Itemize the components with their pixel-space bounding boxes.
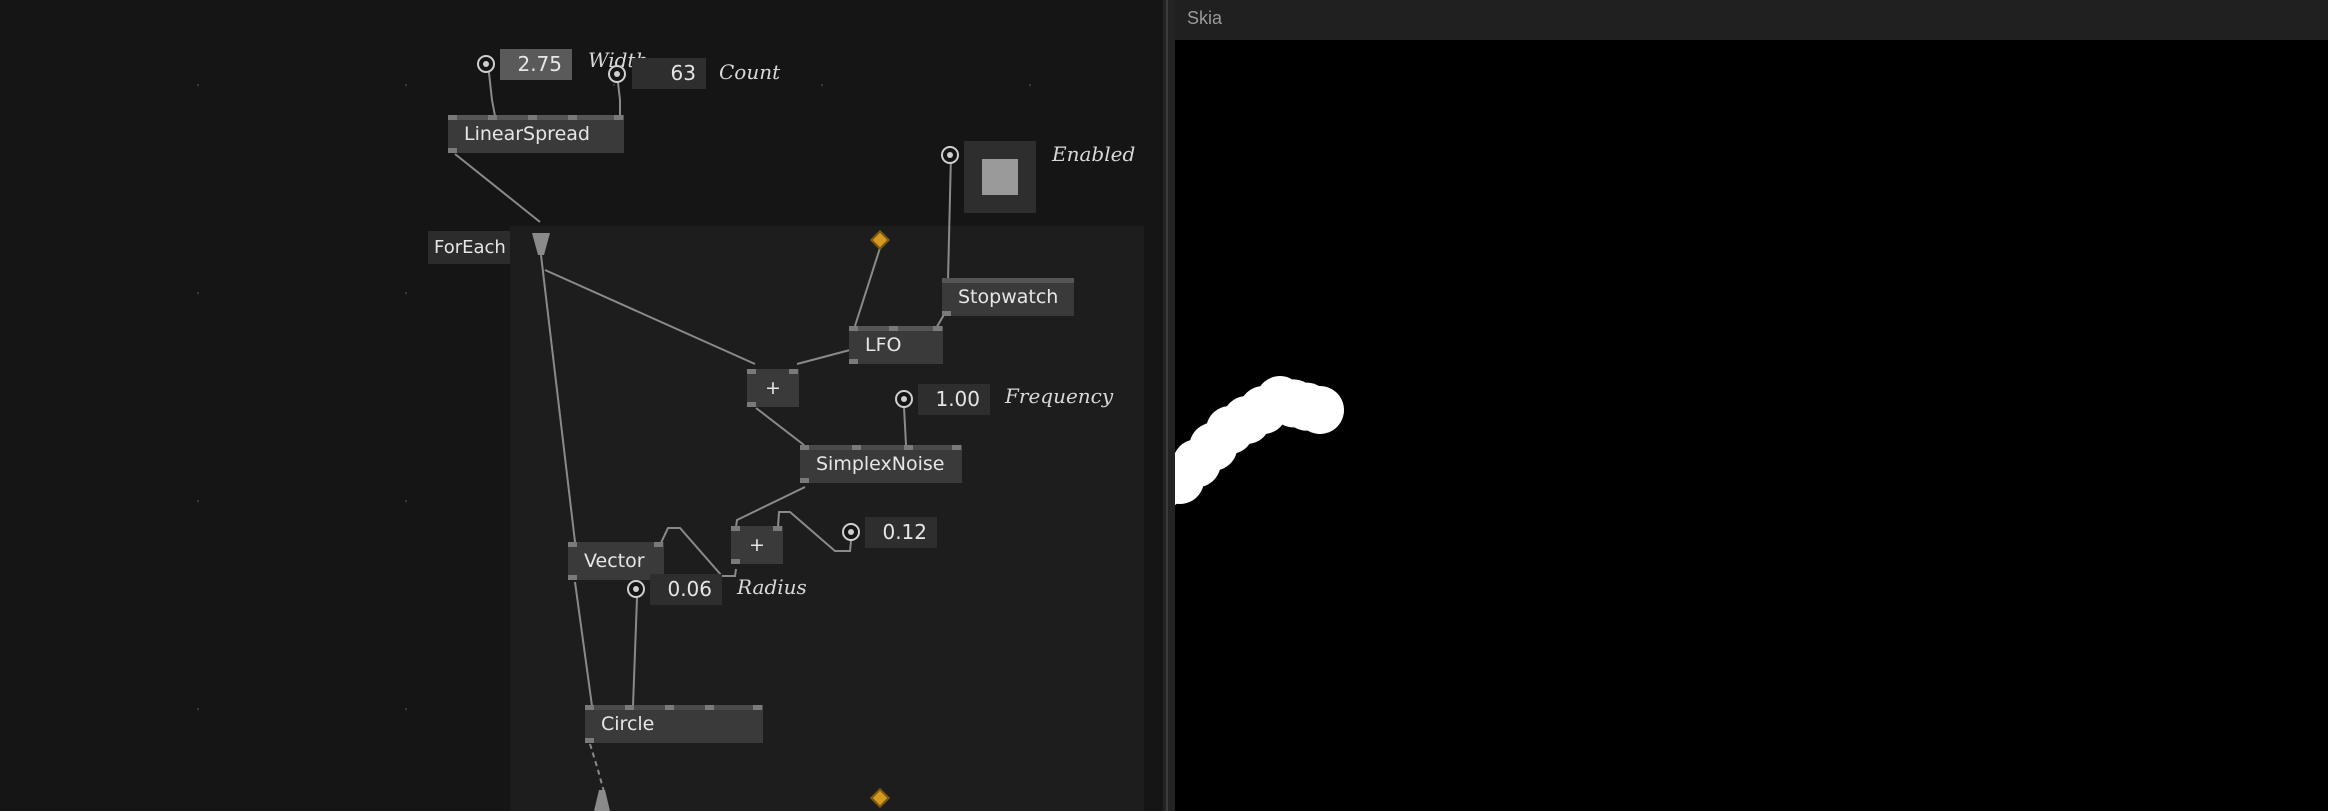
wire-diamond-lfo xyxy=(854,247,881,327)
node-plus-label: + xyxy=(765,377,781,399)
width-iobox[interactable]: 2.75 xyxy=(500,49,572,80)
wire-noise-plus2 xyxy=(735,486,806,528)
radius-pin-icon[interactable] xyxy=(627,580,645,598)
node-foreach[interactable]: ForEach xyxy=(428,231,510,264)
wire-foreach-plus xyxy=(544,269,756,365)
rendered-circle xyxy=(1296,386,1344,434)
wire-frequency-noise xyxy=(903,406,907,446)
node-stopwatch[interactable]: Stopwatch xyxy=(942,278,1074,316)
wire-enabled-stopwatch xyxy=(947,153,952,281)
offset-pin-icon[interactable] xyxy=(842,523,860,541)
frequency-pin-icon[interactable] xyxy=(895,390,913,408)
wire-plus2-vector xyxy=(659,527,737,577)
frequency-label: Frequency xyxy=(1005,384,1114,408)
pane-divider[interactable] xyxy=(1163,0,1175,811)
wire-foreach-vector xyxy=(540,254,576,543)
count-pin-icon[interactable] xyxy=(608,65,626,83)
node-lfo[interactable]: LFO xyxy=(849,326,943,364)
wire-spread-foreach xyxy=(454,153,541,223)
node-circle-label: Circle xyxy=(601,713,655,735)
wire-circle-out xyxy=(589,743,605,793)
count-iobox[interactable]: 63 xyxy=(632,58,706,89)
node-vector-label: Vector xyxy=(584,550,645,572)
node-linearspread[interactable]: LinearSpread xyxy=(448,115,624,153)
count-label: Count xyxy=(719,60,781,84)
wire-lfo-plus xyxy=(796,349,851,365)
radius-label: Radius xyxy=(737,575,807,599)
renderer-titlebar[interactable]: Skia xyxy=(1175,0,2328,40)
node-plus[interactable]: + xyxy=(747,369,799,407)
width-pin-icon[interactable] xyxy=(477,55,495,73)
enabled-toggle-fill xyxy=(982,159,1018,195)
wire-offset-plus2 xyxy=(777,511,852,552)
radius-iobox[interactable]: 0.06 xyxy=(650,574,722,605)
enabled-label: Enabled xyxy=(1052,142,1136,166)
node-simplexnoise[interactable]: SimplexNoise xyxy=(800,445,962,483)
node-circle[interactable]: Circle xyxy=(585,705,763,743)
foreach-splicer-icon[interactable] xyxy=(532,233,550,255)
node-stopwatch-label: Stopwatch xyxy=(958,286,1059,308)
offset-iobox[interactable]: 0.12 xyxy=(865,517,937,548)
wire-radius-circle xyxy=(632,597,638,707)
render-canvas[interactable] xyxy=(1175,40,2328,811)
node-lfo-label: LFO xyxy=(865,334,902,356)
renderer-title: Skia xyxy=(1187,8,1223,28)
node-linearspread-label: LinearSpread xyxy=(464,123,590,145)
patch-editor[interactable]: 2.75 Width 63 Count LinearSpread ForEach… xyxy=(0,0,1163,811)
foreach-output-splicer-icon[interactable] xyxy=(594,790,610,811)
frequency-iobox[interactable]: 1.00 xyxy=(918,384,990,415)
enabled-toggle[interactable] xyxy=(964,141,1036,213)
node-simplexnoise-label: SimplexNoise xyxy=(816,453,945,475)
renderer-window[interactable]: Skia xyxy=(1175,0,2328,811)
wire-plus-noise xyxy=(755,407,805,446)
node-plus-2[interactable]: + xyxy=(731,526,783,564)
wire-vector-circle xyxy=(574,581,593,707)
node-plus-2-label: + xyxy=(749,534,765,556)
enabled-pin-icon[interactable] xyxy=(941,146,959,164)
